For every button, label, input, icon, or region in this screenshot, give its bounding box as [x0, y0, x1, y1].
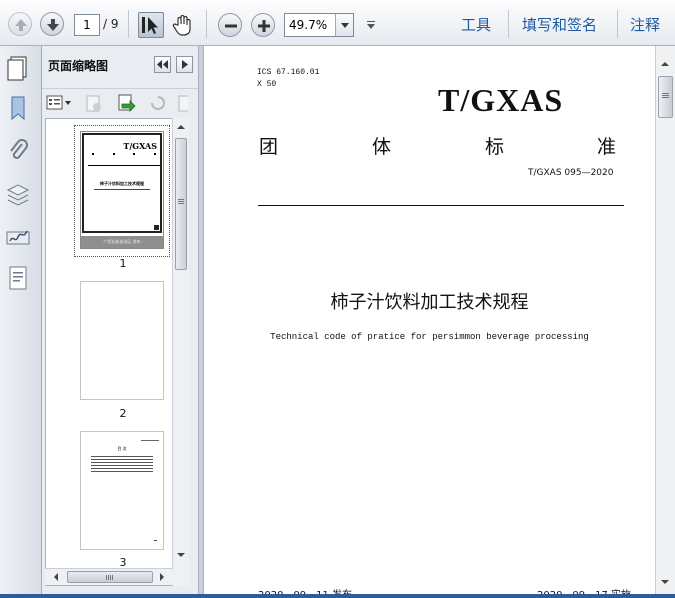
scroll-down-icon[interactable]	[656, 574, 674, 590]
double-left-arrow-icon	[157, 60, 168, 69]
thumbnail-rule	[88, 165, 160, 166]
hand-icon	[172, 14, 191, 36]
document-title-cn: 柿子汁饮料加工技术规程	[330, 292, 529, 313]
thumbnail-page-2[interactable]	[80, 281, 164, 400]
right-arrow-icon	[182, 60, 188, 69]
scroll-up-icon[interactable]	[656, 56, 674, 72]
panel-title: 页面缩略图	[48, 59, 109, 73]
document-page-1: ICS 67.160.01 X 50 T/GXAS 团 体 标 准 T/GXAS…	[204, 46, 655, 594]
thumbnail-subtitle-line	[94, 189, 150, 190]
plus-icon	[258, 20, 270, 32]
thumbnail-list: T/GXAS 柿子汁饮料加工技术规程 广西壮族自治区 发布 1 2 目 次 3	[45, 118, 173, 586]
thumbnail-title: 柿子汁饮料加工技术规程	[100, 181, 144, 186]
scroll-up-icon[interactable]	[173, 120, 189, 134]
scroll-right-icon[interactable]	[155, 569, 169, 585]
thumbnail-page-frame: T/GXAS 柿子汁饮料加工技术规程	[82, 133, 162, 233]
zoom-in-button[interactable]	[251, 13, 275, 37]
publish-date: 2020 - 09 - 11 发布	[258, 586, 352, 594]
toolbar-divider	[206, 10, 207, 38]
thumbnail-corner-mark	[154, 225, 159, 230]
main-toolbar: 1 / 9 49.7% 工具 填写和签名 注释	[0, 0, 675, 46]
thumbnail-footer-text: 广西壮族自治区 发布	[103, 239, 141, 244]
options-menu-icon	[46, 95, 71, 110]
arrow-down-icon	[47, 19, 59, 31]
comment-menu[interactable]: 注释	[630, 14, 660, 35]
collapse-panel-button[interactable]	[154, 56, 171, 73]
thumbnail-header-line	[141, 440, 159, 441]
document-vertical-scrollbar[interactable]	[655, 46, 675, 594]
thumbnail-page-number	[154, 540, 157, 541]
standard-code: T/GXAS 095—2020	[528, 168, 614, 178]
thumbnail-label-2: 2	[119, 407, 127, 420]
toolbar-divider	[508, 10, 509, 38]
toolbar-divider	[617, 10, 618, 38]
zoom-value: 49.7%	[289, 18, 328, 32]
standard-brand: T/GXAS	[438, 82, 564, 118]
more-tools-icon	[367, 21, 375, 29]
thumbnail-toolbar	[42, 88, 198, 116]
thumbnail-label-1: 1	[119, 257, 127, 270]
toolbar-more-button[interactable]	[364, 17, 378, 31]
document-title-en: Technical code of pratice for persimmon …	[270, 332, 589, 342]
header-rule	[258, 205, 624, 206]
page-total-label: / 9	[103, 17, 119, 31]
bookmark-icon[interactable]	[5, 94, 31, 122]
thumbnail-panel: 页面缩略图 T/GXAS 柿子汁饮料加工技术规程 广西壮族自治区 发布 1 2 …	[42, 46, 198, 594]
delete-pages-icon	[84, 94, 104, 112]
category-char-2: 体	[372, 136, 392, 158]
insert-pages-icon[interactable]	[116, 94, 136, 112]
layers-icon[interactable]	[5, 180, 31, 208]
scroll-thumb-horizontal[interactable]	[67, 571, 153, 583]
chevron-down-icon[interactable]	[335, 14, 353, 36]
thumbnail-toc-lines	[91, 456, 153, 474]
previous-page-button[interactable]	[8, 12, 32, 36]
rotate-pages-icon	[148, 94, 168, 112]
zoom-select[interactable]: 49.7%	[284, 13, 354, 37]
zoom-out-button[interactable]	[218, 13, 242, 37]
navigation-pane-strip	[0, 46, 42, 594]
toolbar-divider	[128, 10, 129, 38]
fill-sign-menu[interactable]: 填写和签名	[522, 14, 597, 35]
scroll-thumb[interactable]	[658, 76, 673, 118]
window-bottom-edge	[0, 594, 675, 598]
category-char-3: 标	[485, 136, 505, 158]
thumbnail-page-1[interactable]: T/GXAS 柿子汁饮料加工技术规程 广西壮族自治区 发布	[80, 131, 164, 249]
ccs-code: X 50	[257, 80, 277, 89]
scroll-left-icon[interactable]	[49, 569, 63, 585]
minus-icon	[225, 24, 237, 28]
page-number-input[interactable]: 1	[74, 14, 100, 36]
arrow-up-icon	[15, 19, 27, 31]
implement-date: 2020 - 09 - 17 实施	[537, 586, 631, 594]
select-tool-button[interactable]	[138, 12, 164, 38]
scroll-thumb[interactable]	[175, 138, 187, 270]
cursor-icon	[142, 17, 158, 34]
thumbnail-brand: T/GXAS	[123, 141, 157, 151]
scroll-down-icon[interactable]	[173, 548, 189, 562]
thumbnail-category-dots	[92, 153, 156, 155]
thumbnail-page-3[interactable]: 目 次	[80, 431, 164, 550]
category-char-4: 准	[597, 136, 617, 158]
thumbnail-toc-heading: 目 次	[117, 446, 127, 451]
document-view: ICS 67.160.01 X 50 T/GXAS 团 体 标 准 T/GXAS…	[204, 46, 655, 594]
content-icon[interactable]	[5, 264, 31, 292]
next-page-button[interactable]	[40, 12, 64, 36]
thumbnail-vertical-scrollbar[interactable]	[172, 118, 189, 586]
ics-code: ICS 67.160.01	[257, 68, 320, 77]
thumbnail-panel-icon	[6, 54, 30, 80]
thumbnail-horizontal-scrollbar[interactable]	[45, 568, 173, 585]
extract-pages-icon	[176, 94, 188, 112]
signatures-icon[interactable]	[5, 222, 31, 250]
tools-menu[interactable]: 工具	[461, 14, 491, 35]
pdf-reader-window: 1 / 9 49.7% 工具 填写和签名 注释 页面缩略图 T/GXAS 柿子汁…	[0, 0, 675, 598]
attachment-icon[interactable]	[5, 136, 31, 164]
hand-tool-button[interactable]	[170, 12, 196, 38]
thumbnail-options-button[interactable]	[46, 94, 72, 112]
category-char-1: 团	[259, 136, 279, 158]
thumbnail-footer-band: 广西壮族自治区 发布	[81, 236, 163, 248]
expand-panel-button[interactable]	[176, 56, 193, 73]
